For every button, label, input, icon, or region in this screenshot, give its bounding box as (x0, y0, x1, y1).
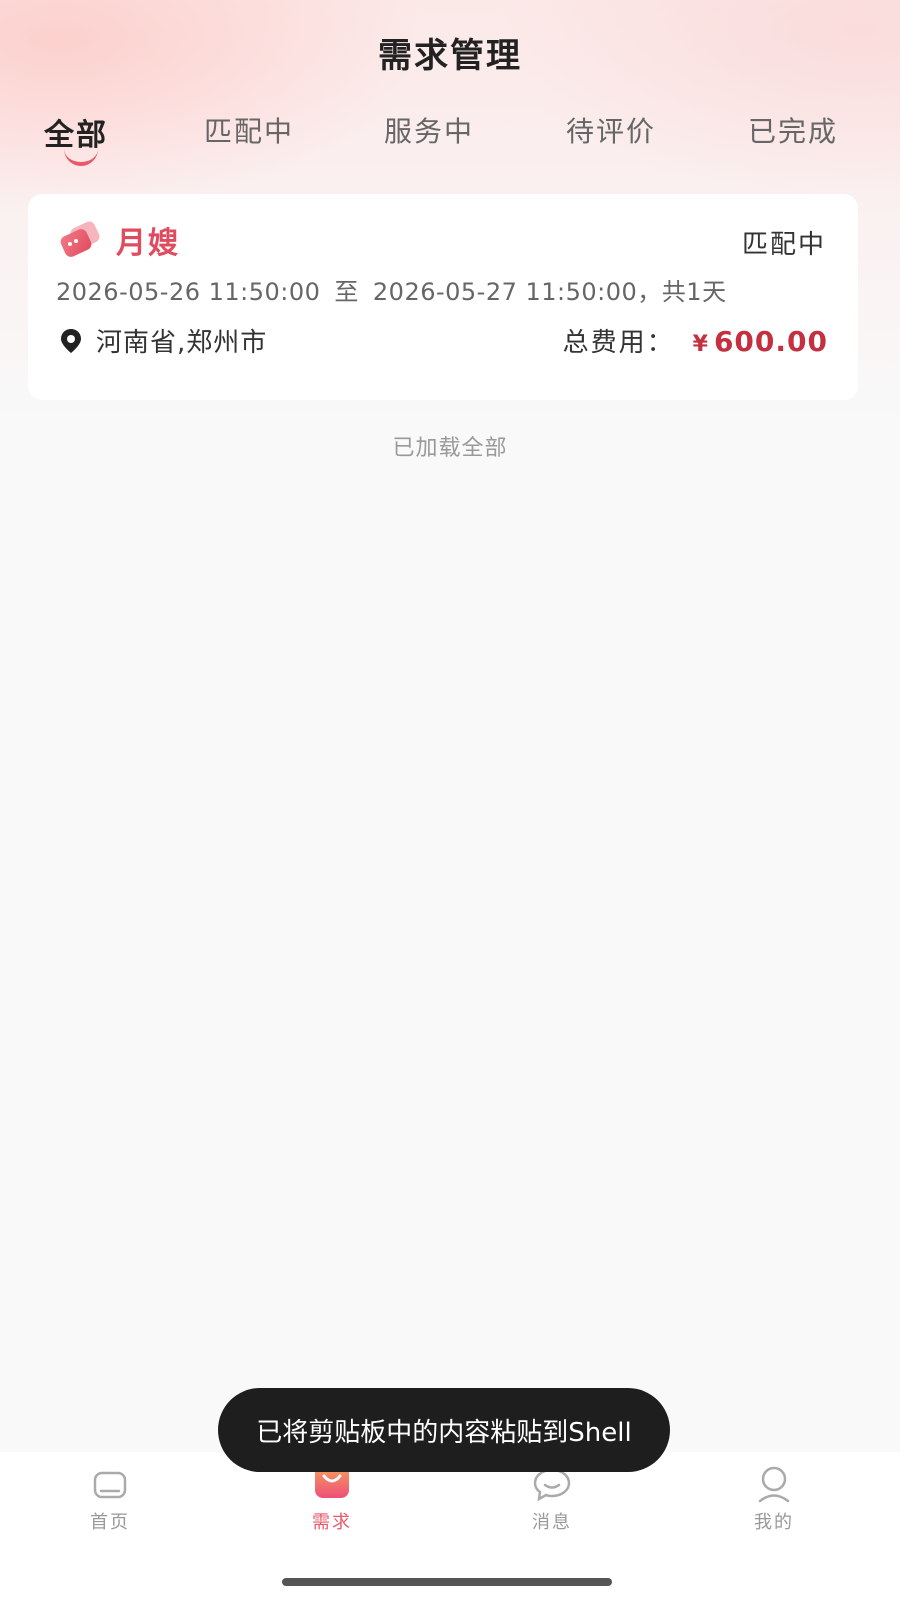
order-card[interactable]: 月嫂 匹配中 2026-05-26 11:50:00 至 2026-05-27 11… (28, 194, 858, 400)
tab-completed[interactable]: 已完成 (748, 110, 838, 150)
location-pin-icon (61, 328, 81, 353)
list-end-text: 已加载全部 (392, 436, 508, 461)
time-separator: 至 (334, 278, 359, 306)
nav-mine[interactable]: 我的 (714, 1464, 834, 1534)
start-time: 2026-05-26 11:50:00 (56, 278, 321, 306)
page-title: 需求管理 (378, 36, 522, 76)
nav-mine-label: 我的 (754, 1512, 794, 1533)
nav-home-label: 首页 (90, 1512, 130, 1533)
nav-home[interactable]: 首页 (50, 1464, 170, 1534)
end-time: 2026-05-27 11:50:00，共1天 (372, 278, 727, 306)
nav-demand[interactable]: 需求 (272, 1464, 392, 1534)
tab-in-service[interactable]: 服务中 (384, 110, 474, 150)
order-fee: 总费用： ¥ 600.00 (563, 322, 828, 359)
order-card-header: 月嫂 (58, 218, 180, 262)
toast-message: 已将剪贴板中的内容粘贴到Shell (218, 1388, 670, 1472)
nav-messages-label: 消息 (532, 1512, 572, 1533)
location-text: 河南省,郑州市 (96, 328, 268, 358)
service-name: 月嫂 (116, 226, 180, 261)
user-icon (758, 1466, 790, 1503)
nav-demand-label: 需求 (312, 1512, 352, 1533)
order-status: 匹配中 (741, 230, 826, 260)
fee-amount: 600.00 (713, 325, 828, 358)
fee-currency: ¥ (692, 332, 708, 357)
order-location: 河南省,郑州市 (58, 322, 267, 359)
status-tabs: 全部 匹配中 服务中 待评价 已完成 (0, 110, 900, 180)
home-indicator[interactable] (282, 1578, 612, 1586)
tab-matching[interactable]: 匹配中 (204, 110, 294, 150)
home-icon (93, 1471, 127, 1499)
fee-label: 总费用： (562, 328, 675, 358)
tab-to-review[interactable]: 待评价 (566, 110, 656, 150)
order-time-range: 2026-05-26 11:50:00 至 2026-05-27 11:50:00，… (56, 272, 727, 307)
tag-icon (60, 221, 100, 257)
nav-messages[interactable]: 消息 (492, 1464, 612, 1534)
